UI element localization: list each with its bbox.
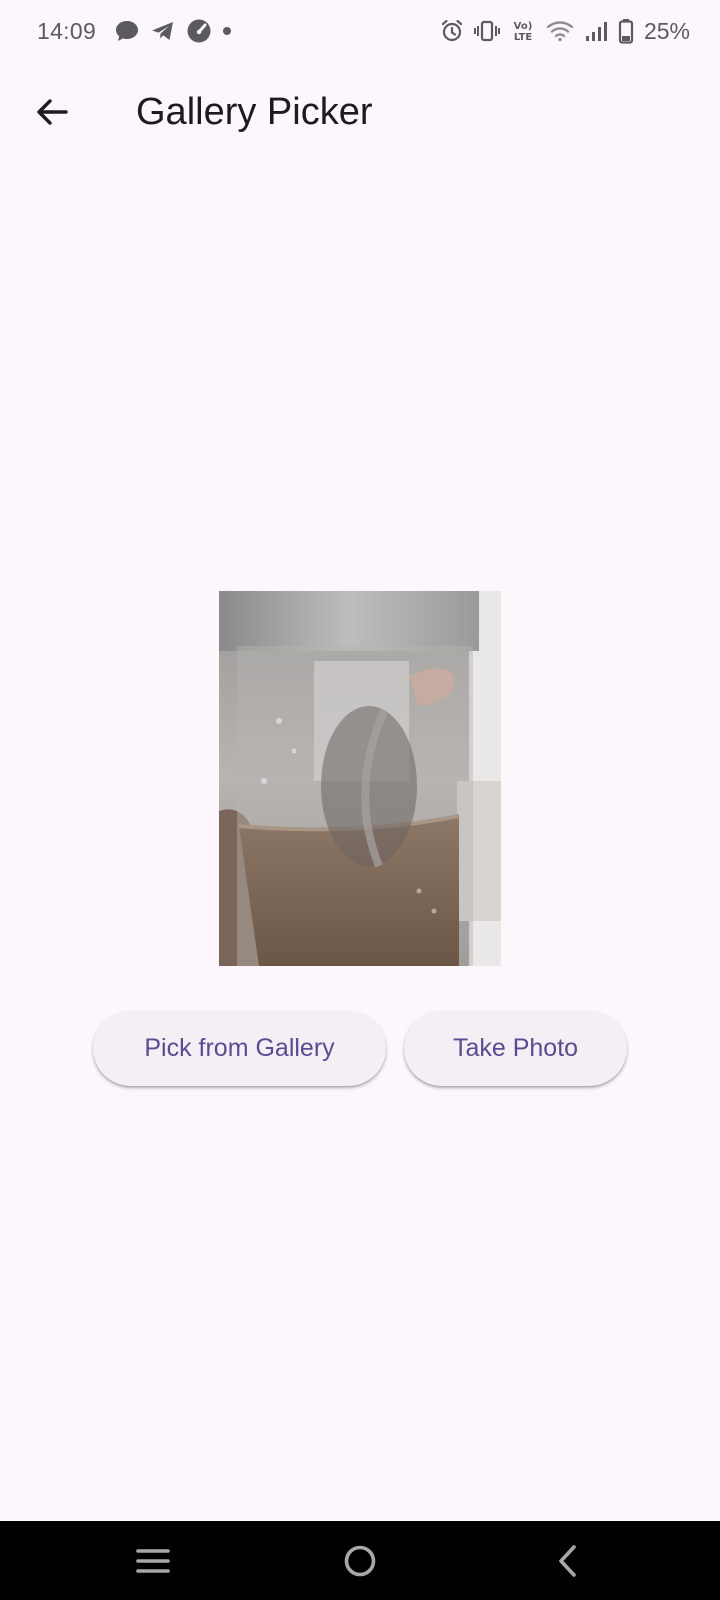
speedometer-icon xyxy=(186,18,212,44)
message-icon xyxy=(114,19,140,43)
signal-icon xyxy=(584,19,608,43)
back-button[interactable] xyxy=(20,80,84,144)
volte-icon: Vo) LTE xyxy=(510,19,536,43)
pick-from-gallery-button[interactable]: Pick from Gallery xyxy=(93,1011,386,1086)
vibrate-icon xyxy=(473,19,500,43)
battery-percent: 25% xyxy=(643,17,690,44)
svg-text:LTE: LTE xyxy=(514,32,533,43)
battery-icon xyxy=(618,18,634,44)
home-icon xyxy=(344,1545,376,1576)
status-left: 14:09 xyxy=(37,18,242,45)
telegram-icon xyxy=(150,19,176,43)
status-right: Vo) LTE 25% xyxy=(430,18,690,45)
home-button[interactable] xyxy=(300,1521,420,1600)
page-title: Gallery Picker xyxy=(136,90,373,133)
status-bar: 14:09 Vo) LTE 25% xyxy=(0,0,720,62)
app-bar: Gallery Picker xyxy=(0,62,720,162)
status-time: 14:09 xyxy=(37,17,97,44)
arrow-back-icon xyxy=(37,99,68,125)
selected-image xyxy=(219,591,501,966)
action-buttons: Pick from Gallery Take Photo xyxy=(0,1011,720,1087)
dot-icon xyxy=(222,26,232,36)
menu-icon xyxy=(136,1548,170,1573)
back-chevron-icon xyxy=(559,1544,576,1577)
nav-back-button[interactable] xyxy=(508,1521,628,1600)
alarm-icon xyxy=(440,19,464,43)
screen: 14:09 Vo) LTE 25% Gallery Picker Pick fr… xyxy=(0,0,720,1600)
svg-text:Vo): Vo) xyxy=(514,21,533,32)
wifi-icon xyxy=(546,19,574,43)
recents-button[interactable] xyxy=(93,1521,213,1600)
navigation-bar xyxy=(0,1521,720,1600)
take-photo-button[interactable]: Take Photo xyxy=(404,1011,627,1086)
